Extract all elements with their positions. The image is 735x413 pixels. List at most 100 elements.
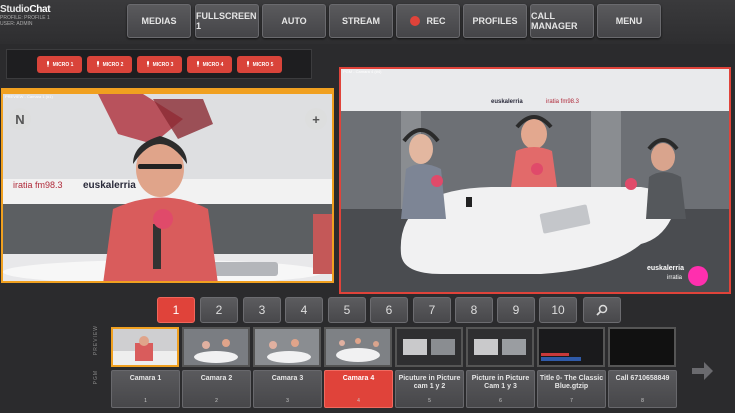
medias-button[interactable]: MEDIAS: [127, 4, 191, 38]
program-monitor: PGM - Camara 4 (#4) euskalerria iratia f…: [339, 67, 731, 294]
number-button-5[interactable]: 5: [328, 297, 366, 323]
thumbnail-image: [539, 329, 603, 365]
source-label: Camara 2: [200, 375, 233, 382]
source-camara-4[interactable]: Camara 4 4: [324, 370, 393, 408]
program-banner-text: euskalerria: [491, 99, 523, 105]
n-button[interactable]: N: [9, 108, 31, 130]
search-icon: [596, 304, 608, 316]
thumbnail-image: [397, 329, 461, 365]
fullscreen-button[interactable]: FULLSCREEN 1: [195, 4, 259, 38]
source-number: 8: [641, 398, 644, 404]
source-number: 6: [499, 398, 502, 404]
source-number: 2: [215, 398, 218, 404]
number-button-4[interactable]: 4: [285, 297, 323, 323]
source-label: Call 6710658849: [615, 375, 670, 382]
brand-suffix: Chat: [29, 4, 51, 15]
number-button-3[interactable]: 3: [243, 297, 281, 323]
micro-4-label: MICRO 4: [202, 61, 224, 68]
number-button-8[interactable]: 8: [455, 297, 493, 323]
number-button-7[interactable]: 7: [413, 297, 451, 323]
source-pip-1-2[interactable]: Picuture in Picture cam 1 y 2 5: [395, 370, 464, 408]
auto-button[interactable]: AUTO: [262, 4, 326, 38]
source-label: Camara 1: [129, 375, 162, 382]
record-icon: [410, 16, 421, 26]
number-button-1[interactable]: 1: [157, 297, 195, 323]
menu-button[interactable]: MENU: [597, 4, 661, 38]
thumbnail-image: [468, 329, 532, 365]
micro-1-label: MICRO 1: [52, 61, 74, 68]
number-label: 10: [551, 303, 565, 317]
preview-sign-accent: iratia fm98.3: [13, 180, 63, 190]
source-call[interactable]: Call 6710658849 8: [608, 370, 677, 408]
program-label: PGM - Camara 4 (#4): [343, 69, 382, 74]
program-row-label: PGM: [93, 370, 99, 385]
stream-label: STREAM: [342, 16, 380, 26]
source-camara-3[interactable]: Camara 3 3: [253, 370, 322, 408]
program-banner: euskalerria: [491, 99, 523, 105]
number-label: 1: [172, 303, 180, 317]
thumb-camara-3[interactable]: [253, 327, 321, 367]
micro-3-label: MICRO 3: [152, 61, 174, 68]
program-watermark-sub: irratia: [667, 275, 683, 281]
micro-1-button[interactable]: MICRO 1: [37, 56, 82, 73]
program-banner-accent: iratia fm98.3: [546, 99, 580, 105]
micro-4-button[interactable]: MICRO 4: [187, 56, 232, 73]
thumb-title[interactable]: [537, 327, 605, 367]
thumb-camara-1[interactable]: [111, 327, 179, 367]
source-number: 5: [428, 398, 431, 404]
thumb-camara-4[interactable]: [324, 327, 392, 367]
thumb-pip-1-2[interactable]: [395, 327, 463, 367]
thumbnail-image: [184, 329, 248, 365]
call-manager-label: CALL MANAGER: [531, 11, 578, 31]
source-camara-2[interactable]: Camara 2 2: [182, 370, 251, 408]
thumbnail-image: [113, 329, 177, 365]
micro-5-button[interactable]: MICRO 5: [237, 56, 282, 73]
add-button[interactable]: +: [305, 108, 327, 130]
number-button-2[interactable]: 2: [200, 297, 238, 323]
plus-icon: +: [312, 111, 320, 127]
number-label: 5: [343, 303, 351, 317]
number-label: 3: [258, 303, 266, 317]
source-title[interactable]: Title 0- The Classic Blue.gtzip 7: [537, 370, 606, 408]
micro-2-label: MICRO 2: [102, 61, 124, 68]
source-number: 3: [286, 398, 289, 404]
top-bar: StudioChat PROFILE: PROFILE 1 USER: ADMI…: [0, 0, 735, 44]
preview-row-label: PREVIEW: [93, 325, 99, 356]
microphone-icon: [146, 61, 149, 67]
thumb-pip-1-3[interactable]: [466, 327, 534, 367]
call-manager-button[interactable]: CALL MANAGER: [530, 4, 594, 38]
arrow-right-icon[interactable]: [690, 360, 714, 382]
preview-sign-text: euskalerria: [83, 180, 136, 191]
profiles-button[interactable]: PROFILES: [463, 4, 527, 38]
thumbnail-image: [326, 329, 390, 365]
number-button-10[interactable]: 10: [539, 297, 577, 323]
thumb-call[interactable]: [608, 327, 676, 367]
number-label: 2: [215, 303, 223, 317]
microphone-icon: [196, 61, 199, 67]
stream-button[interactable]: STREAM: [329, 4, 393, 38]
rec-label: REC: [426, 16, 446, 26]
number-button-6[interactable]: 6: [370, 297, 408, 323]
micro-5-label: MICRO 5: [252, 61, 274, 68]
fullscreen-label: FULLSCREEN 1: [196, 11, 257, 31]
preview-label: PREVIEW - Camara 1 (#1): [5, 94, 53, 99]
preview-monitor[interactable]: PREVIEW - Camara 1 (#1) euskalerria irat…: [1, 92, 334, 283]
thumb-camara-2[interactable]: [182, 327, 250, 367]
number-label: 6: [385, 303, 393, 317]
micro-3-button[interactable]: MICRO 3: [137, 56, 182, 73]
microphone-icon: [246, 61, 249, 67]
number-label: 7: [428, 303, 436, 317]
source-camara-1[interactable]: Camara 1 1: [111, 370, 180, 408]
number-button-9[interactable]: 9: [497, 297, 535, 323]
source-number: 7: [570, 398, 573, 404]
thumbnail-image: [255, 329, 319, 365]
number-label: 8: [470, 303, 478, 317]
search-button[interactable]: [583, 297, 621, 323]
menu-label: MENU: [615, 16, 643, 26]
rec-button[interactable]: REC: [396, 4, 460, 38]
source-number: 4: [357, 398, 360, 404]
source-pip-1-3[interactable]: Picture in Picture Cam 1 y 3 6: [466, 370, 535, 408]
microphone-icon: [96, 61, 99, 67]
source-label: Camara 3: [271, 375, 304, 382]
micro-2-button[interactable]: MICRO 2: [87, 56, 132, 73]
